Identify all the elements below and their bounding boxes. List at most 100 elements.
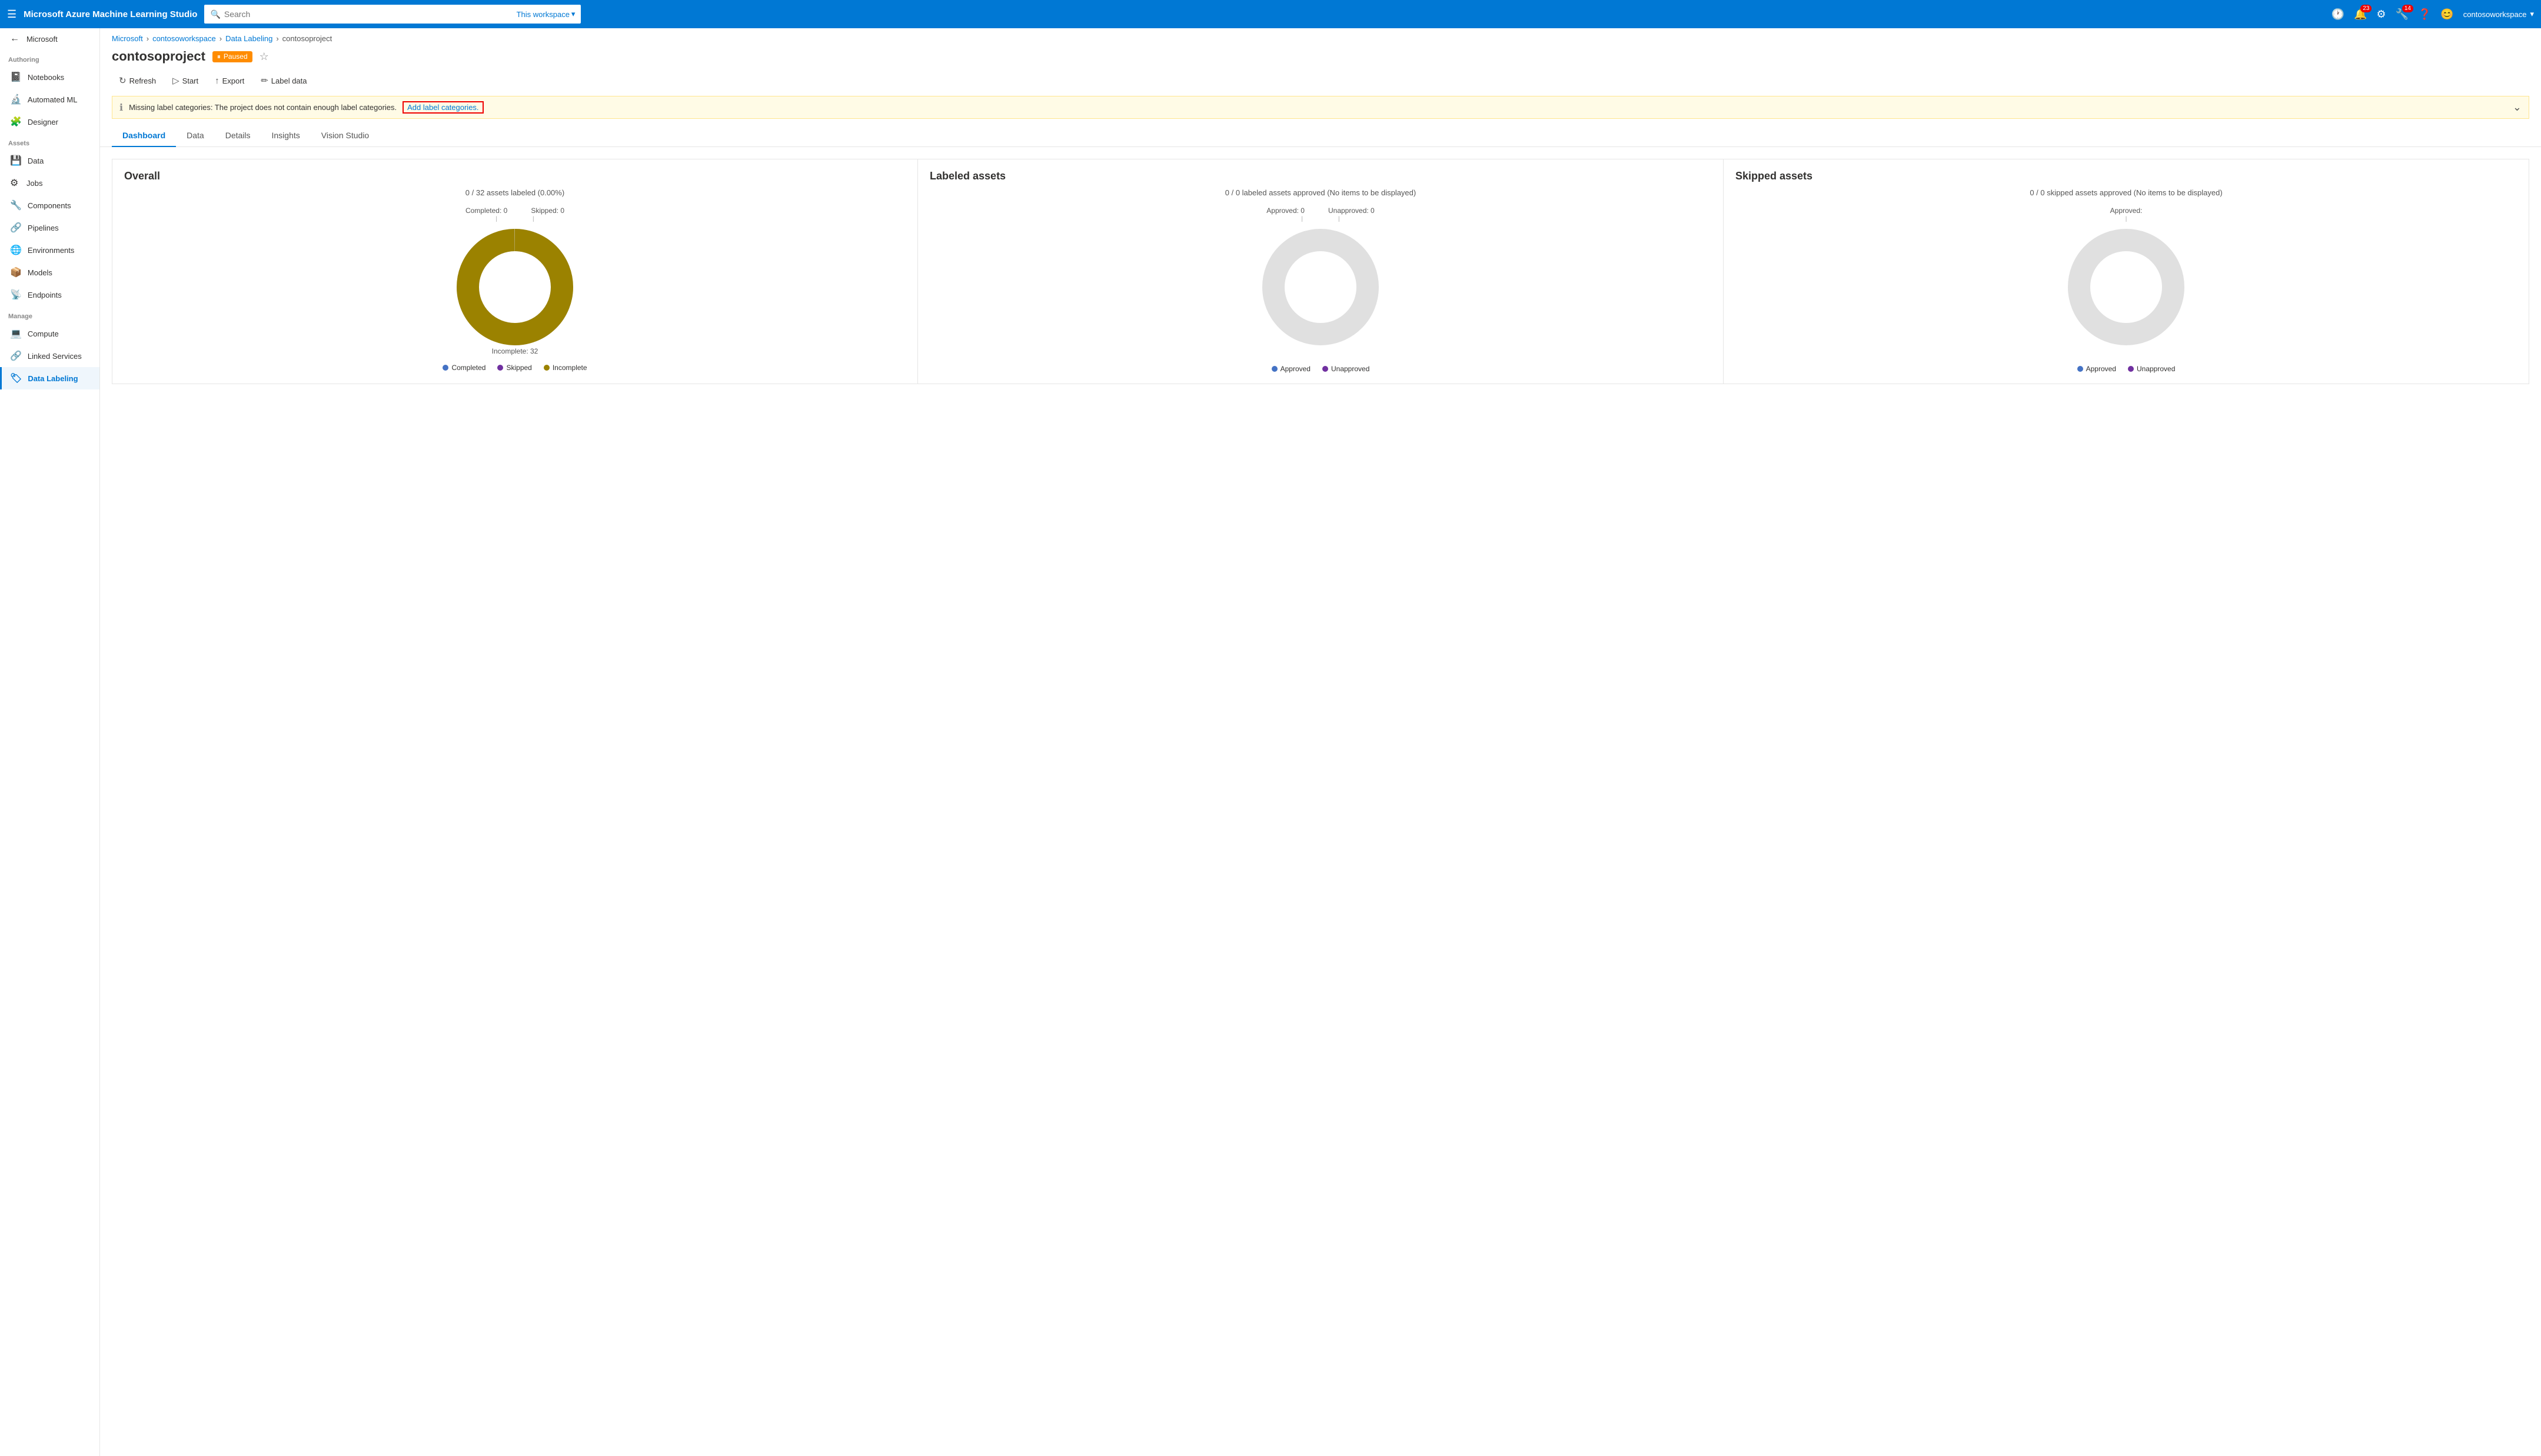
- labeled-donut-chart: [1256, 222, 1385, 352]
- labeled-assets-card: Labeled assets 0 / 0 labeled assets appr…: [917, 159, 1724, 384]
- tabs: Dashboard Data Details Insights Vision S…: [100, 125, 2541, 147]
- page-title: contosoproject: [112, 49, 205, 64]
- pause-icon: ⏸: [217, 52, 221, 61]
- label-data-button[interactable]: ✏ Label data: [254, 72, 314, 89]
- search-input[interactable]: [224, 9, 513, 19]
- warning-banner: ℹ Missing label categories: The project …: [112, 96, 2529, 119]
- label-data-icon: ✏: [261, 75, 268, 86]
- refresh-button[interactable]: ↻ Refresh: [112, 72, 163, 89]
- alerts-icon[interactable]: 🔧 14: [2396, 8, 2409, 21]
- skipped-unappr-dot: [2128, 366, 2134, 372]
- sidebar-components-label: Components: [28, 201, 71, 210]
- overall-legend: Completed Skipped Incomplete: [443, 364, 587, 372]
- sidebar-item-compute[interactable]: 💻 Compute: [0, 322, 99, 345]
- skipped-legend-approved: Approved: [2077, 365, 2116, 373]
- hamburger-icon[interactable]: ☰: [7, 8, 16, 21]
- sidebar-item-designer[interactable]: 🧩 Designer: [0, 111, 99, 133]
- skipped-legend-label: Skipped: [506, 364, 531, 372]
- skipped-dot: [497, 365, 503, 371]
- topnav: ☰ Microsoft Azure Machine Learning Studi…: [0, 0, 2541, 28]
- breadcrumb-data-labeling[interactable]: Data Labeling: [225, 34, 272, 43]
- history-icon[interactable]: 🕐: [2332, 8, 2344, 21]
- breadcrumb-microsoft[interactable]: Microsoft: [112, 34, 143, 43]
- breadcrumb-workspace[interactable]: contosoworkspace: [152, 34, 216, 43]
- app-title: Microsoft Azure Machine Learning Studio: [24, 9, 197, 19]
- warning-message: Missing label categories: The project do…: [129, 103, 397, 112]
- breadcrumb-project: contosoproject: [282, 34, 332, 43]
- status-label: Paused: [224, 52, 248, 61]
- skipped-legend-unappr: Unapproved: [2128, 365, 2175, 373]
- user-menu[interactable]: contosoworkspace ▾: [2463, 9, 2534, 19]
- tab-dashboard[interactable]: Dashboard: [112, 125, 176, 147]
- start-button[interactable]: ▷ Start: [165, 72, 205, 89]
- legend-skipped: Skipped: [497, 364, 531, 372]
- skipped-assets-card: Skipped assets 0 / 0 skipped assets appr…: [1723, 159, 2529, 384]
- skipped-approved-dot: [2077, 366, 2083, 372]
- overall-card-title: Overall: [124, 170, 906, 182]
- approved-dot: [1272, 366, 1278, 372]
- sidebar-item-linked-services[interactable]: 🔗 Linked Services: [0, 345, 99, 367]
- tab-data[interactable]: Data: [176, 125, 215, 147]
- labeled-legend: Approved Unapproved: [1272, 365, 1370, 373]
- sidebar-item-notebooks[interactable]: 📓 Notebooks: [0, 66, 99, 88]
- labeled-chart-container: Approved: 0 Unapproved: 0 ||: [930, 206, 1711, 373]
- components-icon: 🔧: [10, 199, 22, 211]
- sidebar-automated-ml-label: Automated ML: [28, 95, 78, 104]
- sidebar-models-label: Models: [28, 268, 52, 277]
- help-icon[interactable]: ❓: [2418, 8, 2431, 21]
- settings-icon[interactable]: ⚙: [2376, 8, 2386, 21]
- sidebar-item-data[interactable]: 💾 Data: [0, 149, 99, 172]
- manage-section-label: Manage: [0, 306, 99, 322]
- environments-icon: 🌐: [10, 244, 22, 256]
- tab-vision-studio[interactable]: Vision Studio: [311, 125, 380, 147]
- legend-incomplete: Incomplete: [544, 364, 587, 372]
- sidebar-item-data-labeling[interactable]: 🏷 Data Labeling: [0, 367, 99, 389]
- search-bar[interactable]: 🔍 This workspace ▾: [204, 5, 581, 24]
- notifications-icon[interactable]: 🔔 23: [2354, 8, 2367, 21]
- completed-legend-label: Completed: [451, 364, 485, 372]
- sidebar-item-microsoft[interactable]: ← Microsoft: [0, 28, 99, 49]
- approved-legend-label: Approved: [1281, 365, 1311, 373]
- linked-services-icon: 🔗: [10, 350, 22, 362]
- export-icon: ↑: [215, 76, 219, 86]
- sidebar-item-jobs[interactable]: ⚙ Jobs: [0, 172, 99, 194]
- search-scope[interactable]: This workspace ▾: [517, 9, 576, 19]
- main-content: Microsoft › contosoworkspace › Data Labe…: [100, 28, 2541, 1456]
- sidebar-item-automated-ml[interactable]: 🔬 Automated ML: [0, 88, 99, 111]
- skipped-legend: Approved Unapproved: [2077, 365, 2176, 373]
- skipped-unappr-legend: Unapproved: [2137, 365, 2175, 373]
- sidebar-item-pipelines[interactable]: 🔗 Pipelines: [0, 216, 99, 239]
- sidebar-item-models[interactable]: 📦 Models: [0, 261, 99, 284]
- favorite-button[interactable]: ☆: [260, 51, 269, 63]
- completed-label: Completed: 0: [465, 206, 507, 215]
- sidebar-endpoints-label: Endpoints: [28, 291, 62, 299]
- tab-details[interactable]: Details: [215, 125, 261, 147]
- sidebar-item-endpoints[interactable]: 📡 Endpoints: [0, 284, 99, 306]
- jobs-icon: ⚙: [10, 177, 21, 189]
- toolbar: ↻ Refresh ▷ Start ↑ Export ✏ Label data: [100, 70, 2541, 96]
- overall-chart-container: Completed: 0 Skipped: 0 ||: [124, 206, 906, 372]
- account-icon[interactable]: 😊: [2440, 8, 2453, 21]
- tab-insights[interactable]: Insights: [261, 125, 311, 147]
- sidebar-item-environments[interactable]: 🌐 Environments: [0, 239, 99, 261]
- approved-label: Approved: 0: [1266, 206, 1305, 215]
- refresh-icon: ↻: [119, 75, 127, 86]
- compute-icon: 💻: [10, 328, 22, 339]
- skipped-donut-chart: [2061, 222, 2191, 352]
- overall-card-subtitle: 0 / 32 assets labeled (0.00%): [124, 188, 906, 197]
- sidebar-linked-services-label: Linked Services: [28, 352, 82, 361]
- dashboard-grid: Overall 0 / 32 assets labeled (0.00%) Co…: [100, 147, 2541, 396]
- unapproved-legend-label: Unapproved: [1331, 365, 1369, 373]
- add-label-categories-link[interactable]: Add label categories.: [403, 101, 483, 114]
- sidebar-item-components[interactable]: 🔧 Components: [0, 194, 99, 216]
- back-icon: ←: [10, 34, 21, 44]
- data-icon: 💾: [10, 155, 22, 166]
- sidebar-compute-label: Compute: [28, 329, 59, 338]
- layout: ← Microsoft Authoring 📓 Notebooks 🔬 Auto…: [0, 28, 2541, 1456]
- sidebar-data-labeling-label: Data Labeling: [28, 374, 78, 383]
- export-button[interactable]: ↑ Export: [208, 73, 251, 89]
- notebooks-icon: 📓: [10, 71, 22, 83]
- collapse-banner-button[interactable]: ⌄: [2513, 101, 2522, 114]
- incomplete-dot: [544, 365, 550, 371]
- sidebar-designer-label: Designer: [28, 118, 58, 126]
